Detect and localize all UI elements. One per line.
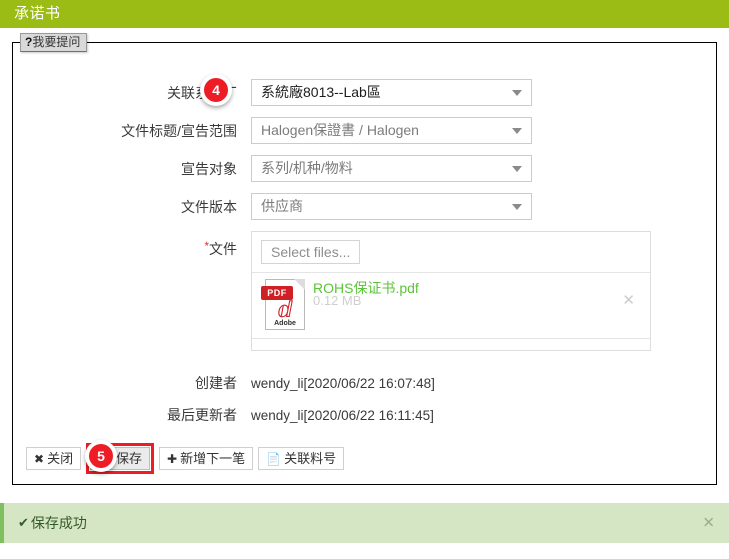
close-button-label: 关闭 xyxy=(47,451,74,466)
action-button-bar: ✖关闭 💾保存 ✚新增下一笔 📄关联料号 xyxy=(26,443,349,474)
select-doc-title-value: Halogen保證書 / Halogen xyxy=(261,122,419,138)
field-row-file-upload: *文件 Select files... ⅆ PDF Adobe ROHS保证书.… xyxy=(13,231,716,351)
select-doc-version-value: 供应商 xyxy=(261,198,303,214)
file-size: 0.12 MB xyxy=(313,292,362,308)
step-badge-5: 5 xyxy=(85,440,117,472)
field-row-system-plant: 关联系统厂 系統廠8013--Lab區 xyxy=(13,79,716,106)
form-body: 关联系统厂 系統廠8013--Lab區 文件标题/宣告范围 Halogen保證書… xyxy=(13,43,716,425)
field-row-declaration-target: 宣告对象 系列/机种/物料 xyxy=(13,155,716,182)
select-doc-title[interactable]: Halogen保證書 / Halogen xyxy=(251,117,532,144)
ask-question-tab[interactable]: ?我要提问 xyxy=(20,33,88,52)
dismiss-status-icon[interactable]: ✕ xyxy=(702,516,715,531)
window-title-bar: 承诺书 xyxy=(0,0,729,28)
file-upload-box: Select files... ⅆ PDF Adobe ROHS保证书.pdf … xyxy=(251,231,651,351)
label-doc-version: 文件版本 xyxy=(181,198,237,215)
adobe-wordmark: Adobe xyxy=(274,320,296,327)
field-declaration-target: 系列/机种/物料 xyxy=(251,155,716,182)
page-title: 承诺书 xyxy=(14,5,61,22)
value-last-updater: wendy_li[2020/06/22 16:11:45] xyxy=(251,407,434,423)
step-badge-4: 4 xyxy=(200,74,232,106)
field-doc-title: Halogen保證書 / Halogen xyxy=(251,117,716,144)
check-icon: ✔ xyxy=(18,515,29,530)
field-doc-version: 供应商 xyxy=(251,193,716,220)
save-button-label: 保存 xyxy=(116,451,143,466)
file-upload-toolbar: Select files... xyxy=(252,232,650,273)
chevron-down-icon xyxy=(512,89,522,96)
step-badge-4-number: 4 xyxy=(204,78,228,102)
select-declaration-target[interactable]: 系列/机种/物料 xyxy=(251,155,532,182)
document-icon: 📄 xyxy=(266,452,282,466)
label-declaration-target: 宣告对象 xyxy=(181,160,237,177)
success-status-bar: ✔ 保存成功 ✕ xyxy=(0,503,729,543)
select-system-plant[interactable]: 系統廠8013--Lab區 xyxy=(251,79,532,106)
label-file: *文件 xyxy=(13,231,251,259)
field-row-doc-title: 文件标题/宣告范围 Halogen保證書 / Halogen xyxy=(13,117,716,144)
field-file-upload: Select files... ⅆ PDF Adobe ROHS保证书.pdf … xyxy=(251,231,716,351)
adobe-swirl-icon: ⅆ xyxy=(277,297,293,322)
plus-icon: ✚ xyxy=(167,452,178,466)
value-creator: wendy_li[2020/06/22 16:07:48] xyxy=(251,375,435,391)
label-file-text: 文件 xyxy=(209,241,237,257)
link-material-button[interactable]: 📄 关联料号 xyxy=(258,447,345,470)
add-next-button-label: 新增下一笔 xyxy=(180,451,246,466)
form-panel: ?我要提问 关联系统厂 系統廠8013--Lab區 文件标题/宣告范围 Hal xyxy=(12,33,717,485)
pdf-fold-corner xyxy=(294,279,305,290)
panel-wrapper: ?我要提问 关联系统厂 系統廠8013--Lab區 文件标题/宣告范围 Hal xyxy=(0,28,729,485)
add-next-button[interactable]: ✚ 新增下一笔 xyxy=(159,447,254,470)
meta-row-last-updater: 最后更新者 wendy_li[2020/06/22 16:11:45] xyxy=(13,405,716,425)
link-material-button-label: 关联料号 xyxy=(284,451,337,466)
select-declaration-target-value: 系列/机种/物料 xyxy=(261,160,353,176)
step-badge-5-number: 5 xyxy=(89,444,113,468)
file-upload-footer xyxy=(252,339,650,350)
label-creator: 创建者 xyxy=(195,375,237,391)
pdf-label-badge: PDF xyxy=(261,286,293,300)
pdf-icon: ⅆ PDF Adobe xyxy=(261,279,305,330)
label-last-updater: 最后更新者 xyxy=(167,407,237,423)
field-system-plant: 系統廠8013--Lab區 xyxy=(251,79,716,106)
select-doc-version[interactable]: 供应商 xyxy=(251,193,532,220)
chevron-down-icon xyxy=(512,165,522,172)
label-doc-title: 文件标题/宣告范围 xyxy=(121,122,237,139)
uploaded-file-row: ⅆ PDF Adobe ROHS保证书.pdf 0.12 MB ✕ xyxy=(252,273,650,339)
success-message: 保存成功 xyxy=(30,515,87,531)
meta-row-creator: 创建者 wendy_li[2020/06/22 16:07:48] xyxy=(13,373,716,393)
close-icon: ✖ xyxy=(34,452,45,466)
select-files-button[interactable]: Select files... xyxy=(261,240,361,264)
file-meta: ROHS保证书.pdf 0.12 MB xyxy=(313,279,622,307)
remove-file-icon[interactable]: ✕ xyxy=(622,279,641,308)
close-button[interactable]: ✖ 关闭 xyxy=(26,447,82,470)
field-row-doc-version: 文件版本 供应商 xyxy=(13,193,716,220)
chevron-down-icon xyxy=(512,203,522,210)
ask-question-label: 我要提问 xyxy=(32,35,81,49)
chevron-down-icon xyxy=(512,127,522,134)
select-system-plant-value: 系統廠8013--Lab區 xyxy=(261,84,381,100)
